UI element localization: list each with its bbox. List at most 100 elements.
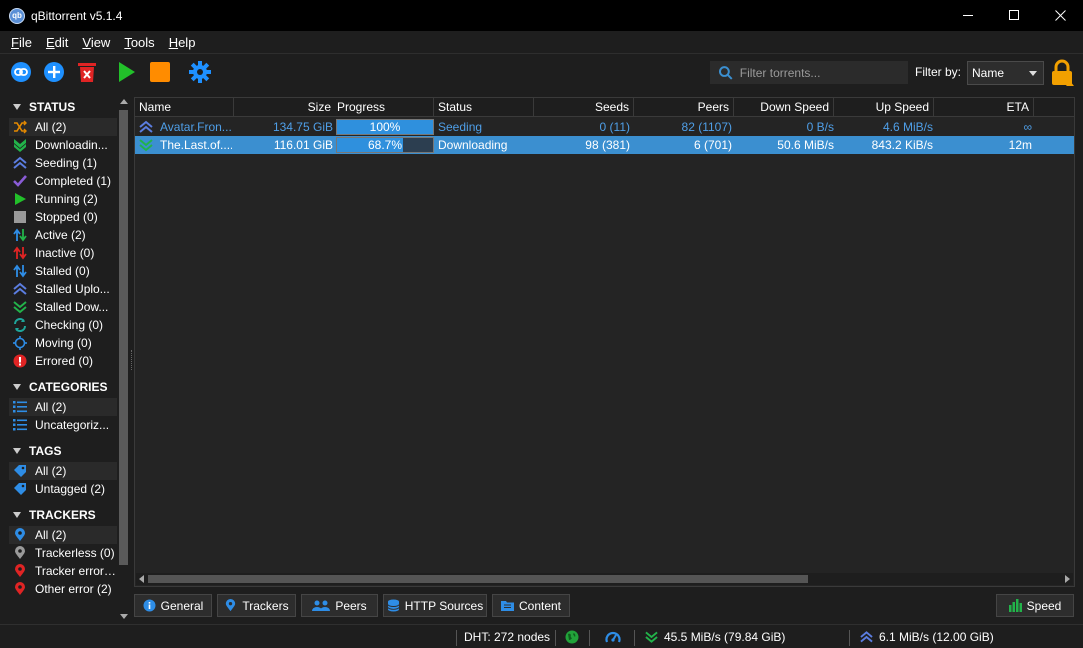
- play-icon: [13, 192, 27, 206]
- delete-torrent-button[interactable]: [75, 60, 99, 84]
- menu-file[interactable]: File: [4, 35, 39, 50]
- close-icon: [1054, 10, 1066, 21]
- scroll-down-icon[interactable]: [120, 614, 128, 619]
- tracker-all[interactable]: All (2): [9, 526, 117, 544]
- stalled-arrows-icon: [13, 264, 27, 278]
- tracker-other-error[interactable]: Other error (2): [9, 580, 117, 598]
- status-bar: DHT: 272 nodes 45.5 MiB/s (79.84 GiB) 6.…: [0, 624, 1083, 648]
- column-header-eta[interactable]: ETA: [934, 98, 1034, 117]
- download-icon: [645, 631, 658, 643]
- menu-help[interactable]: Help: [162, 35, 203, 50]
- sidebar-scrollbar[interactable]: [117, 96, 130, 622]
- scroll-right-icon[interactable]: [1065, 575, 1070, 583]
- close-button[interactable]: [1037, 0, 1083, 31]
- horizontal-scrollbar[interactable]: [136, 573, 1073, 585]
- status-inactive[interactable]: Inactive (0): [9, 244, 117, 262]
- collapse-icon: [13, 448, 21, 454]
- menu-edit[interactable]: Edit: [39, 35, 75, 50]
- moving-icon: [13, 336, 27, 350]
- torrent-status: Downloading: [438, 138, 508, 152]
- scrollbar-thumb[interactable]: [148, 575, 808, 583]
- tab-content[interactable]: Content: [492, 594, 570, 617]
- database-icon: [387, 599, 400, 612]
- connection-status-button[interactable]: [565, 625, 579, 648]
- tab-general[interactable]: General: [134, 594, 212, 617]
- table-row[interactable]: The.Last.of.... 116.01 GiB 68.7% Downloa…: [135, 136, 1074, 154]
- folder-icon: [500, 599, 514, 612]
- filter-by-select[interactable]: Name: [967, 61, 1044, 85]
- progress-bar: 100%: [336, 119, 434, 135]
- status-completed[interactable]: Completed (1): [9, 172, 117, 190]
- status-stalled-downloading[interactable]: Stalled Dow...: [9, 298, 117, 316]
- bar-chart-icon: [1008, 599, 1022, 612]
- torrent-down-speed: 0 B/s: [806, 120, 834, 134]
- options-button[interactable]: [188, 60, 212, 84]
- menu-bar: File Edit View Tools Help: [0, 31, 1083, 53]
- add-torrent-link-button[interactable]: [9, 60, 33, 84]
- progress-label: 100%: [369, 120, 401, 134]
- column-header-name[interactable]: Name: [135, 98, 234, 117]
- alt-speed-limits-button[interactable]: [605, 625, 621, 648]
- tag-untagged[interactable]: Untagged (2): [9, 480, 117, 498]
- tracker-trackerless[interactable]: Trackerless (0): [9, 544, 117, 562]
- lock-icon[interactable]: [1050, 59, 1074, 87]
- scroll-left-icon[interactable]: [139, 575, 144, 583]
- categories-section-header[interactable]: CATEGORIES: [9, 376, 117, 398]
- status-errored[interactable]: Errored (0): [9, 352, 117, 370]
- status-checking[interactable]: Checking (0): [9, 316, 117, 334]
- table-row[interactable]: Avatar.Fron... 134.75 GiB 100% Seeding 0…: [135, 118, 1074, 136]
- stop-button[interactable]: [148, 60, 172, 84]
- download-speed-status[interactable]: 45.5 MiB/s (79.84 GiB): [645, 625, 785, 648]
- torrent-up-speed: 4.6 MiB/s: [882, 120, 933, 134]
- tab-trackers[interactable]: Trackers: [217, 594, 296, 617]
- sidebar-splitter-handle[interactable]: [131, 350, 133, 370]
- tab-http-sources[interactable]: HTTP Sources: [383, 594, 487, 617]
- tab-peers[interactable]: Peers: [301, 594, 378, 617]
- status-moving[interactable]: Moving (0): [9, 334, 117, 352]
- status-stalled-uploading[interactable]: Stalled Uplo...: [9, 280, 117, 298]
- category-uncategorized[interactable]: Uncategoriz...: [9, 416, 117, 434]
- menu-view[interactable]: View: [75, 35, 117, 50]
- menu-tools[interactable]: Tools: [117, 35, 161, 50]
- tags-section-header[interactable]: TAGS: [9, 440, 117, 462]
- stalled-download-icon: [13, 300, 27, 314]
- collapse-icon: [13, 104, 21, 110]
- filter-torrents-search[interactable]: [710, 61, 908, 84]
- column-header-seeds[interactable]: Seeds: [534, 98, 634, 117]
- tracker-error[interactable]: Tracker error ...: [9, 562, 117, 580]
- status-stopped[interactable]: Stopped (0): [9, 208, 117, 226]
- status-seeding[interactable]: Seeding (1): [9, 154, 117, 172]
- trackers-section-header[interactable]: TRACKERS: [9, 504, 117, 526]
- add-torrent-file-button[interactable]: [42, 60, 66, 84]
- status-all[interactable]: All (2): [9, 118, 117, 136]
- column-header-peers[interactable]: Peers: [634, 98, 734, 117]
- search-icon: [718, 65, 733, 80]
- status-active[interactable]: Active (2): [9, 226, 117, 244]
- column-header-status[interactable]: Status: [434, 98, 534, 117]
- stop-icon: [150, 62, 170, 82]
- torrent-eta: ∞: [1023, 120, 1032, 134]
- status-stalled[interactable]: Stalled (0): [9, 262, 117, 280]
- status-downloading[interactable]: Downloadin...: [9, 136, 117, 154]
- scrollbar-thumb[interactable]: [119, 110, 128, 565]
- status-section-header[interactable]: STATUS: [9, 96, 117, 118]
- scroll-up-icon[interactable]: [120, 99, 128, 104]
- progress-label: 68.7%: [367, 138, 403, 152]
- tag-all[interactable]: All (2): [9, 462, 117, 480]
- column-header-size[interactable]: Size: [234, 98, 335, 117]
- column-header-down-speed[interactable]: Down Speed: [734, 98, 834, 117]
- maximize-button[interactable]: [991, 0, 1037, 31]
- filter-torrents-input[interactable]: [739, 65, 907, 80]
- start-button[interactable]: [114, 60, 138, 84]
- upload-icon: [860, 631, 873, 643]
- column-header-progress[interactable]: Progress: [333, 98, 434, 117]
- column-header-up-speed[interactable]: Up Speed: [834, 98, 934, 117]
- map-pin-icon: [13, 582, 27, 596]
- speed-graph-button[interactable]: Speed: [996, 594, 1074, 617]
- status-separator: [634, 630, 635, 646]
- category-all[interactable]: All (2): [9, 398, 117, 416]
- minimize-button[interactable]: [945, 0, 991, 31]
- progress-bar: 68.7%: [336, 137, 434, 153]
- status-running[interactable]: Running (2): [9, 190, 117, 208]
- upload-speed-status[interactable]: 6.1 MiB/s (12.00 GiB): [860, 625, 994, 648]
